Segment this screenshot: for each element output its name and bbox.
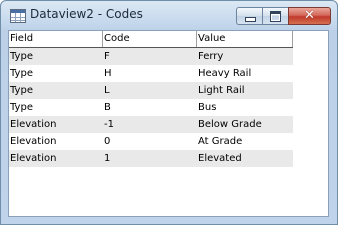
column-header-code[interactable]: Code	[103, 31, 197, 47]
cell-field: Elevation	[10, 153, 57, 164]
cell-field: Elevation	[10, 119, 57, 130]
column-header-row: Field Code Value	[9, 31, 293, 48]
cell-code: 0	[104, 136, 111, 147]
minimize-button[interactable]	[236, 7, 262, 25]
table-row[interactable]: Type H Heavy Rail	[9, 65, 293, 82]
title-bar[interactable]: Dataview2 - Codes ✕	[1, 1, 337, 29]
data-grid: Field Code Value Type F Ferry Type H Hea…	[9, 31, 293, 167]
cell-field: Type	[10, 68, 33, 79]
dataview-grid-area[interactable]: Field Code Value Type F Ferry Type H Hea…	[8, 30, 329, 217]
close-icon: ✕	[304, 8, 315, 23]
cell-value: Below Grade	[198, 119, 262, 130]
cell-field: Type	[10, 85, 33, 96]
cell-value: Elevated	[198, 153, 242, 164]
maximize-button[interactable]	[262, 7, 288, 25]
minimize-icon	[245, 17, 256, 22]
table-row[interactable]: Type L Light Rail	[9, 82, 293, 99]
cell-field: Elevation	[10, 136, 57, 147]
table-row[interactable]: Elevation 0 At Grade	[9, 133, 293, 150]
cell-value: Heavy Rail	[198, 68, 252, 79]
dataview-window: Dataview2 - Codes ✕ Field Code Value Typ…	[0, 0, 338, 225]
cell-field: Type	[10, 51, 33, 62]
column-header-value[interactable]: Value	[197, 31, 293, 47]
cell-value: At Grade	[198, 136, 243, 147]
cell-code: F	[104, 51, 110, 62]
cell-field: Type	[10, 102, 33, 113]
cell-code: H	[104, 68, 112, 79]
cell-code: L	[104, 85, 110, 96]
cell-value: Ferry	[198, 51, 224, 62]
table-row[interactable]: Elevation 1 Elevated	[9, 150, 293, 167]
column-header-field[interactable]: Field	[9, 31, 103, 47]
cell-value: Bus	[198, 102, 217, 113]
table-row[interactable]: Type B Bus	[9, 99, 293, 116]
table-row[interactable]: Elevation -1 Below Grade	[9, 116, 293, 133]
caption-buttons: ✕	[236, 7, 331, 25]
table-row[interactable]: Type F Ferry	[9, 48, 293, 65]
table-icon[interactable]	[10, 9, 26, 23]
cell-code: 1	[104, 153, 111, 164]
cell-value: Light Rail	[198, 85, 245, 96]
close-button[interactable]: ✕	[288, 7, 331, 25]
cell-code: B	[104, 102, 111, 113]
cell-code: -1	[104, 119, 114, 130]
window-title: Dataview2 - Codes	[30, 7, 143, 21]
maximize-icon	[270, 11, 281, 22]
